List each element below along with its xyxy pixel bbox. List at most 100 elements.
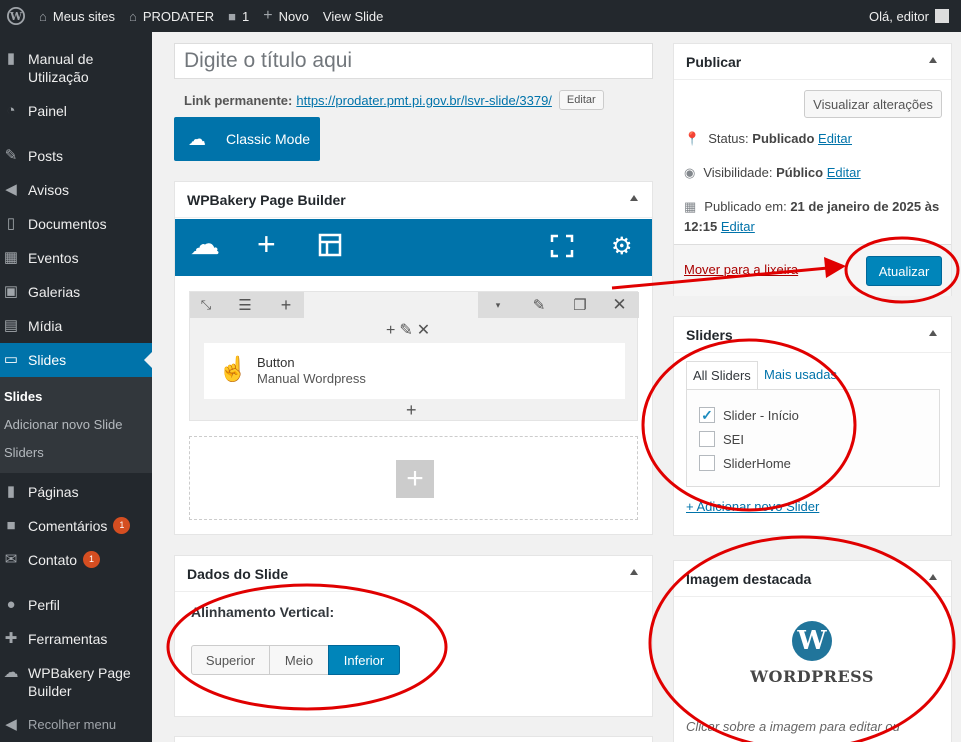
publish-panel: Publicar Visualizar alterações 📍 Status: … <box>673 43 952 296</box>
slide-data-panel: Dados do Slide Alinhamento Vertical: Sup… <box>174 555 653 717</box>
sidebar-item-ferramentas[interactable]: ✚ Ferramentas <box>0 630 152 648</box>
delete-column-icon[interactable]: ✕ <box>417 322 434 339</box>
add-element-icon[interactable]: + <box>257 226 276 263</box>
slide-data-header[interactable]: Dados do Slide <box>175 556 652 592</box>
add-element-in-column-icon[interactable]: + <box>386 322 399 339</box>
comments-menu[interactable]: ■ 1 <box>221 0 256 32</box>
next-panel <box>174 736 653 742</box>
comments-badge: 1 <box>113 517 131 534</box>
user-icon: ● <box>6 596 16 613</box>
avatar <box>935 9 949 23</box>
sidebar-item-contato[interactable]: ✉ Contato 1 <box>0 551 152 569</box>
home-icon: ⌂ <box>129 8 137 24</box>
slider-option-inicio[interactable]: ✓ Slider - Início <box>699 407 799 423</box>
account-menu[interactable]: Olá, editor <box>869 9 961 24</box>
sidebar-item-label: Manual de Utilização <box>28 51 94 85</box>
new-content-menu[interactable]: + Novo <box>256 0 316 32</box>
checkbox-checked[interactable]: ✓ <box>699 407 715 423</box>
collapse-arrow-icon[interactable] <box>929 330 937 336</box>
sidebar-item-documentos[interactable]: ▯ Documentos <box>0 215 152 233</box>
classic-mode-button[interactable]: ☁ Classic Mode <box>174 117 320 161</box>
sidebar-item-wpbakery[interactable]: ☁ WPBakery Page Builder <box>0 664 152 700</box>
sidebar-item-label: Mídia <box>28 318 63 334</box>
checkbox[interactable] <box>699 431 715 447</box>
tab-most-used[interactable]: Mais usadas <box>758 361 843 389</box>
sidebar-item-perfil[interactable]: ● Perfil <box>0 596 152 614</box>
edit-row-icon[interactable]: ✎ <box>518 292 560 318</box>
align-top-button[interactable]: Superior <box>191 645 270 675</box>
collapse-arrow-icon[interactable] <box>630 195 638 201</box>
align-middle-button[interactable]: Meio <box>269 645 329 675</box>
my-sites-menu[interactable]: ⌂ Meus sites <box>32 0 122 32</box>
slider-option-sliderhome[interactable]: SliderHome <box>699 455 791 471</box>
site-name-menu[interactable]: ⌂ PRODATER <box>122 0 221 32</box>
delete-row-icon[interactable]: ✕ <box>600 292 639 318</box>
checkbox[interactable] <box>699 455 715 471</box>
edit-permalink-button[interactable]: Editar <box>558 90 604 110</box>
permalink-row: Link permanente: https://prodater.pmt.pi… <box>184 90 604 110</box>
featured-image-thumbnail[interactable]: W WORDPRESS <box>674 621 950 686</box>
submenu-item-sliders[interactable]: Sliders <box>0 439 152 467</box>
view-slide-label: View Slide <box>322 8 384 24</box>
settings-gear-icon[interactable]: ⚙ <box>611 232 633 261</box>
wpbakery-header[interactable]: WPBakery Page Builder <box>175 182 652 218</box>
sidebar-item-posts[interactable]: ✎ Posts <box>0 147 152 165</box>
collapse-menu-button[interactable]: ◀ Recolher menu <box>0 716 152 734</box>
wrench-icon: ✚ <box>4 630 18 647</box>
button-element[interactable]: ☝ Button Manual Wordpress <box>204 343 625 399</box>
sidebar-item-slides[interactable]: ▭ Slides <box>0 343 152 377</box>
clone-row-icon[interactable]: ❐ <box>560 292 600 318</box>
sidebar-item-galerias[interactable]: ▣ Galerias <box>0 283 152 301</box>
toggle-row-icon[interactable]: ▾ <box>478 292 518 318</box>
collapse-label: Recolher menu <box>28 717 117 732</box>
align-bottom-button[interactable]: Inferior <box>328 645 400 675</box>
wpbakery-cloud-icon: ☁ <box>188 128 206 149</box>
template-icon[interactable] <box>318 233 342 264</box>
sidebar-item-paginas[interactable]: ▮ Páginas <box>0 483 152 501</box>
row-layout-icon[interactable]: ☰ <box>222 292 268 318</box>
edit-visibility-link[interactable]: Editar <box>827 165 861 180</box>
pin-icon: ✎ <box>4 147 18 164</box>
add-row-icon[interactable]: + <box>396 460 434 498</box>
publish-header[interactable]: Publicar <box>674 44 951 80</box>
status-value: Publicado <box>752 131 815 146</box>
edit-column-icon[interactable]: ✎ <box>399 322 416 339</box>
featured-image-hint: Clicar sobre a imagem para editar ou <box>686 719 900 734</box>
sidebar-item-midia[interactable]: ▤ Mídia <box>0 317 152 335</box>
submenu-item-add-slide[interactable]: Adicionar novo Slide <box>0 411 152 439</box>
fullscreen-icon[interactable] <box>550 234 574 265</box>
sidebar-item-eventos[interactable]: ▦ Eventos <box>0 249 152 267</box>
sidebar-item-comentarios[interactable]: ■ Comentários 1 <box>0 517 152 535</box>
move-row-icon[interactable]: ⤡ <box>190 292 222 318</box>
featured-image-header[interactable]: Imagem destacada <box>674 561 951 597</box>
featured-image-title: Imagem destacada <box>686 570 812 587</box>
add-new-slider-link[interactable]: + Adicionar novo Slider <box>686 499 819 514</box>
permalink-url[interactable]: https://prodater.pmt.pi.gov.br/lsvr-slid… <box>296 93 552 108</box>
collapse-arrow-icon[interactable] <box>929 574 937 580</box>
view-slide-link[interactable]: View Slide <box>316 0 390 32</box>
submenu-item-slides[interactable]: Slides <box>0 383 152 411</box>
update-button[interactable]: Atualizar <box>866 256 942 286</box>
collapse-arrow-icon[interactable] <box>929 57 937 63</box>
post-title-input[interactable]: Digite o título aqui <box>174 43 653 79</box>
tab-all-sliders[interactable]: All Sliders <box>686 361 758 389</box>
edit-date-link[interactable]: Editar <box>721 219 755 234</box>
add-column-icon[interactable]: + <box>268 292 304 318</box>
collapse-arrow-icon[interactable] <box>630 569 638 575</box>
sliders-header[interactable]: Sliders <box>674 317 951 353</box>
edit-status-link[interactable]: Editar <box>818 131 852 146</box>
wpbakery-panel: WPBakery Page Builder ☁ + ⚙ ⤡ ☰ + ▾ ✎ ❐ … <box>174 181 653 535</box>
wordpress-logo-icon[interactable]: W <box>0 0 32 32</box>
wpbakery-logo-icon[interactable]: ☁ <box>190 227 220 262</box>
sliders-checklist: ✓ Slider - Início SEI SliderHome <box>686 389 940 487</box>
sidebar-item-label: Painel <box>28 103 67 119</box>
move-to-trash-link[interactable]: Mover para a lixeira <box>684 262 798 277</box>
slider-option-sei[interactable]: SEI <box>699 431 744 447</box>
visibility-row: ◉ Visibilidade: Público Editar <box>684 163 861 183</box>
sidebar-item-manual[interactable]: ▮ Manual de Utilização <box>0 50 152 86</box>
add-element-below-icon[interactable]: + <box>406 400 417 421</box>
preview-changes-button[interactable]: Visualizar alterações <box>804 90 942 118</box>
alignment-label: Alinhamento Vertical: <box>191 604 335 620</box>
sidebar-item-painel[interactable]: ◔ Painel <box>0 102 152 120</box>
sidebar-item-avisos[interactable]: ◀ Avisos <box>0 181 152 199</box>
